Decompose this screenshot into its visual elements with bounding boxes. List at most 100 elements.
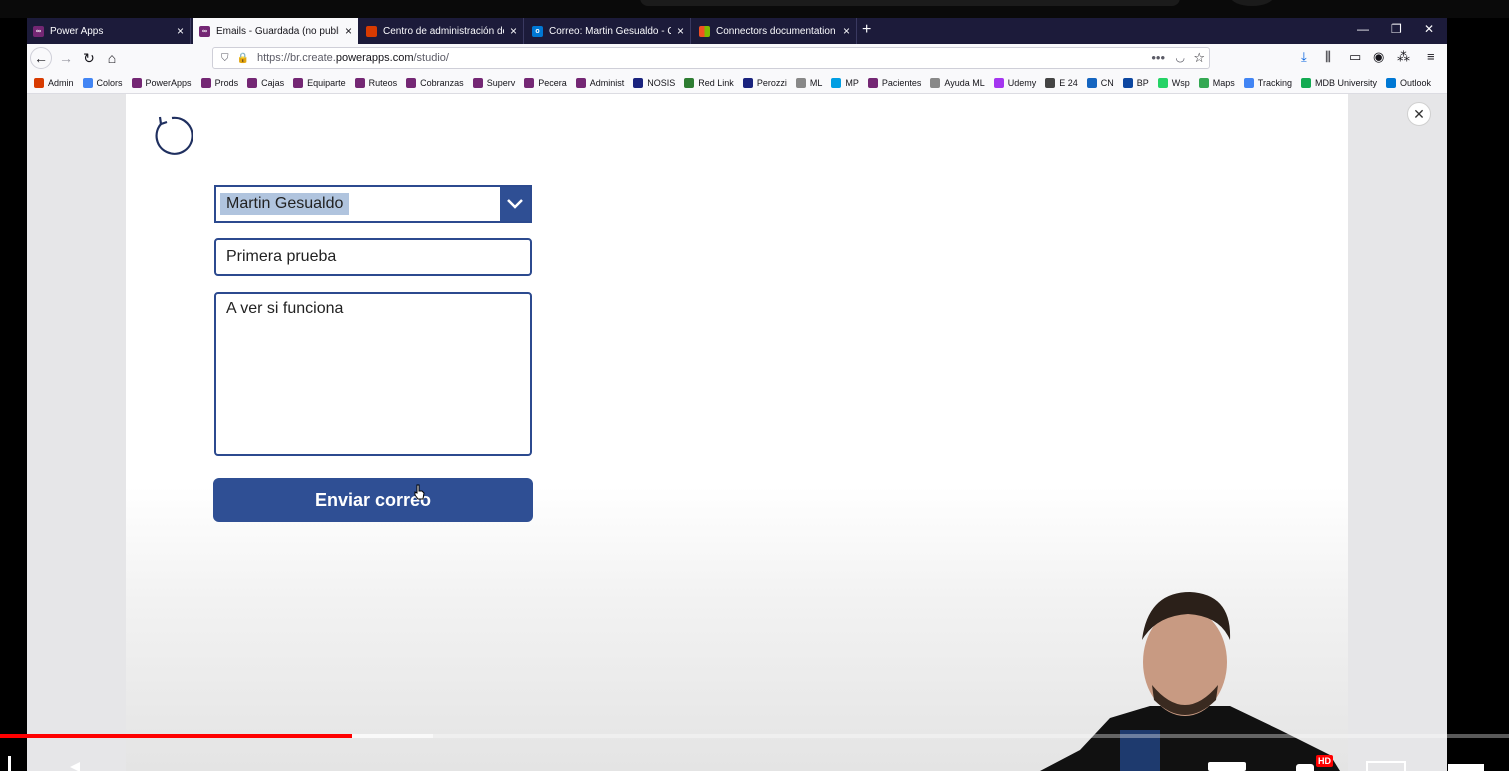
- bookmark-label: Administ: [589, 77, 625, 88]
- tab-correo[interactable]: o Correo: Martin Gesualdo - Outl ×: [526, 18, 691, 44]
- extensions-icon[interactable]: ⁂: [1397, 49, 1410, 65]
- close-tab-icon[interactable]: ×: [345, 25, 352, 37]
- bookmark-label: Cajas: [261, 77, 285, 88]
- send-email-button[interactable]: Enviar correo: [213, 478, 533, 522]
- bookmark-nosis[interactable]: NOSIS: [633, 77, 675, 88]
- bookmark-icon: [34, 77, 44, 88]
- fullscreen-icon[interactable]: [1448, 764, 1484, 771]
- bookmark-label: BP: [1136, 77, 1149, 88]
- bookmark-colors[interactable]: Colors: [82, 77, 123, 88]
- bookmark-prods[interactable]: Prods: [200, 77, 239, 88]
- window-close-icon[interactable]: ✕: [1424, 22, 1434, 36]
- close-tab-icon[interactable]: ×: [677, 25, 684, 37]
- bookmarks-bar: Admin Colors PowerApps Prods Cajas Equiparte R…: [27, 72, 1447, 94]
- bookmark-label: Red Link: [698, 77, 734, 88]
- sidebar-icon[interactable]: ▭: [1349, 49, 1361, 65]
- bookmark-admin[interactable]: Admin: [34, 77, 74, 88]
- bookmark-cn[interactable]: CN: [1086, 77, 1114, 88]
- minimize-icon[interactable]: —: [1357, 22, 1369, 36]
- bookmark-label: Prods: [214, 77, 239, 88]
- bookmark-icon: [247, 77, 258, 88]
- bookmark-ruteos[interactable]: Ruteos: [354, 77, 397, 88]
- page-actions-icon[interactable]: •••: [1151, 50, 1165, 65]
- miniplayer-icon[interactable]: [1366, 761, 1406, 771]
- subject-input[interactable]: Primera prueba: [214, 238, 532, 276]
- bookmark-icon: [524, 77, 535, 88]
- bookmark-label: CN: [1100, 77, 1114, 88]
- bookmark-mp[interactable]: MP: [831, 77, 859, 88]
- bookmark-outlook[interactable]: Outlook: [1386, 77, 1431, 88]
- refresh-icon[interactable]: [151, 114, 193, 156]
- bookmark-icon: [993, 77, 1004, 88]
- recipient-dropdown[interactable]: Martin Gesualdo: [214, 185, 532, 223]
- tab-connectors[interactable]: Connectors documentation - C ×: [693, 18, 857, 44]
- forward-icon[interactable]: →: [55, 47, 77, 69]
- bookmark-cobranzas[interactable]: Cobranzas: [406, 77, 464, 88]
- reload-icon[interactable]: ↻: [78, 47, 100, 69]
- bookmark-icon: [867, 77, 878, 88]
- bookmark-perozzi[interactable]: Perozzi: [742, 77, 787, 88]
- bookmark-ayuda-ml[interactable]: Ayuda ML: [930, 77, 985, 88]
- home-icon[interactable]: ⌂: [101, 47, 123, 69]
- play-pause-icon[interactable]: [8, 756, 11, 771]
- bookmark-powerapps[interactable]: PowerApps: [131, 77, 192, 88]
- close-preview-button[interactable]: ✕: [1407, 102, 1431, 126]
- bookmark-label: Wsp: [1171, 77, 1190, 88]
- downloads-icon[interactable]: ⤓: [1301, 49, 1307, 65]
- bookmark-e-24[interactable]: E 24: [1045, 77, 1078, 88]
- bookmark-red-link[interactable]: Red Link: [684, 77, 734, 88]
- chevron-down-icon[interactable]: [500, 187, 530, 221]
- bookmark-label: Udemy: [1007, 77, 1037, 88]
- bookmark-star-icon[interactable]: ☆: [1193, 50, 1205, 66]
- recipient-selected-value: Martin Gesualdo: [220, 193, 350, 215]
- back-icon[interactable]: ←: [30, 47, 52, 69]
- pocket-icon[interactable]: ◡: [1175, 51, 1185, 64]
- bookmark-icon: [1243, 77, 1254, 88]
- bookmark-cajas[interactable]: Cajas: [247, 77, 285, 88]
- account-icon[interactable]: ◉: [1373, 49, 1384, 65]
- letterbox-shape: [640, 0, 1180, 6]
- menu-icon[interactable]: ≡: [1427, 49, 1435, 64]
- bookmark-wsp[interactable]: Wsp: [1157, 77, 1190, 88]
- bookmark-icon: [82, 77, 93, 88]
- bookmark-ml[interactable]: ML: [795, 77, 822, 88]
- bookmark-tracking[interactable]: Tracking: [1243, 77, 1292, 88]
- tab-bar: ∞ Power Apps × ∞ Emails - Guardada (no p…: [27, 18, 1447, 44]
- bookmark-bp[interactable]: BP: [1122, 77, 1149, 88]
- bookmark-icon: [406, 77, 417, 88]
- close-tab-icon[interactable]: ×: [177, 25, 184, 37]
- settings-icon[interactable]: [1296, 764, 1314, 771]
- close-tab-icon[interactable]: ×: [843, 25, 850, 37]
- video-progress-bar[interactable]: [0, 734, 352, 738]
- hand-cursor-icon: [414, 484, 425, 500]
- powerapps-icon: ∞: [199, 25, 210, 37]
- restore-icon[interactable]: ❐: [1391, 22, 1402, 36]
- body-textarea[interactable]: A ver si funciona: [214, 292, 532, 456]
- bookmark-mdb-university[interactable]: MDB University: [1300, 77, 1377, 88]
- tab-emails[interactable]: ∞ Emails - Guardada (no publicad ×: [193, 18, 358, 44]
- bookmark-equiparte[interactable]: Equiparte: [293, 77, 346, 88]
- subtitles-icon[interactable]: [1208, 762, 1246, 771]
- bookmark-icon: [575, 77, 586, 88]
- new-tab-icon[interactable]: +: [862, 21, 871, 39]
- shield-icon[interactable]: ⛉: [221, 53, 229, 64]
- bookmark-pacientes[interactable]: Pacientes: [867, 77, 921, 88]
- bookmark-udemy[interactable]: Udemy: [993, 77, 1037, 88]
- bookmark-icon: [831, 77, 842, 88]
- bookmark-administ[interactable]: Administ: [575, 77, 625, 88]
- volume-icon[interactable]: [70, 762, 80, 771]
- tab-centro-admin[interactable]: Centro de administración de M ×: [360, 18, 524, 44]
- bookmark-maps[interactable]: Maps: [1198, 77, 1235, 88]
- bookmark-icon: [684, 77, 695, 88]
- bookmark-icon: [472, 77, 483, 88]
- outlook-icon: o: [532, 25, 543, 37]
- tab-power-apps[interactable]: ∞ Power Apps ×: [27, 18, 191, 44]
- bookmark-label: PowerApps: [145, 77, 192, 88]
- bookmark-icon: [131, 77, 142, 88]
- bookmark-pecera[interactable]: Pecera: [524, 77, 567, 88]
- close-tab-icon[interactable]: ×: [510, 25, 517, 37]
- bookmark-superv[interactable]: Superv: [472, 77, 515, 88]
- url-bar[interactable]: ⛉ 🔒 https://br.create. powerapps.com/stud…: [212, 47, 1210, 69]
- lock-icon[interactable]: 🔒: [237, 53, 249, 64]
- library-icon[interactable]: ⫼: [1325, 49, 1331, 65]
